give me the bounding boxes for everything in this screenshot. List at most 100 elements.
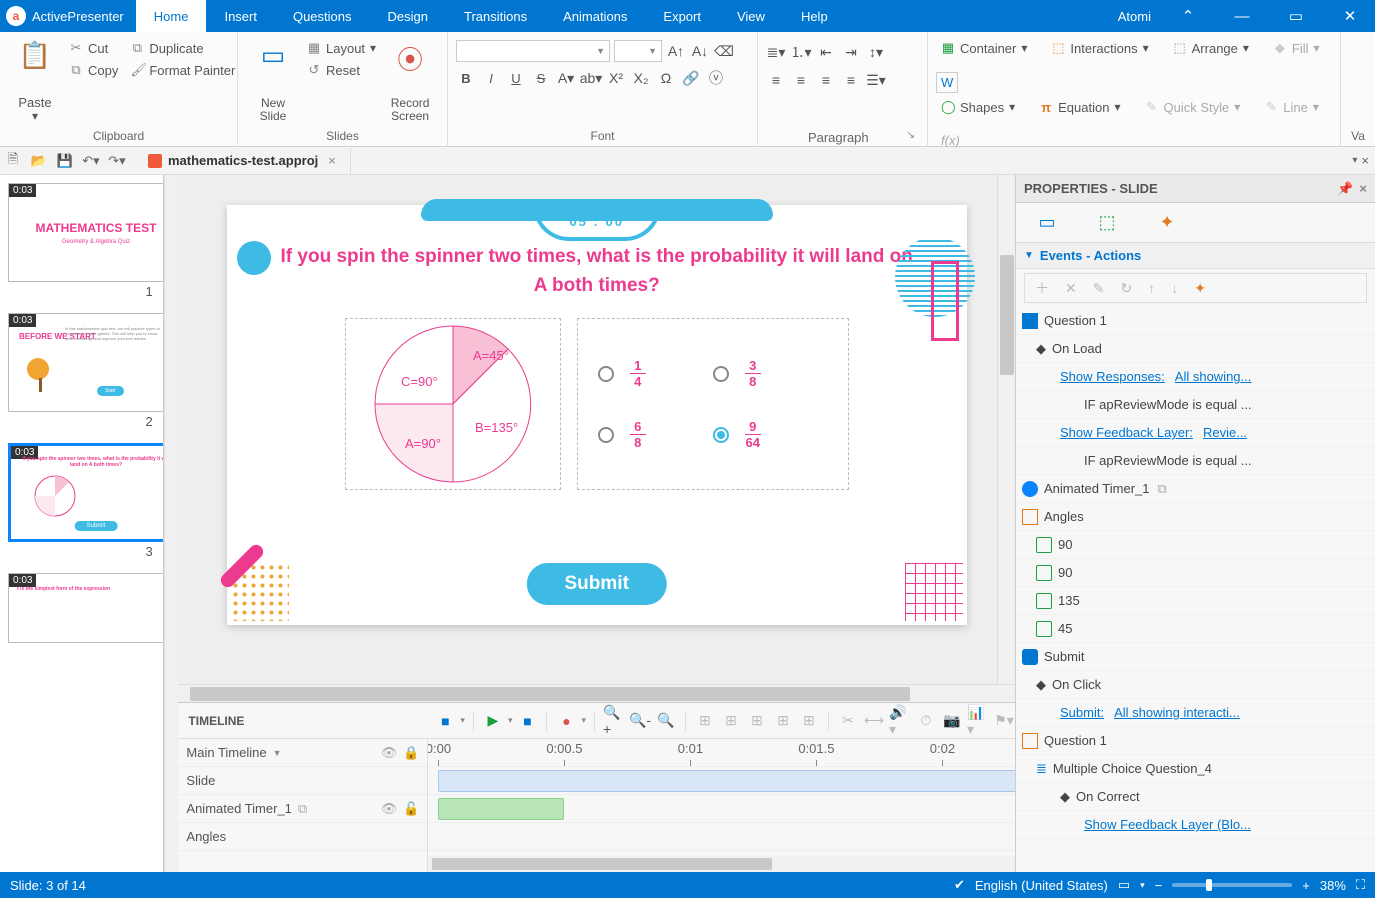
ea-down-icon[interactable]: ↓ (1171, 280, 1178, 296)
tl-bar-timer[interactable] (438, 798, 564, 820)
tl-play-icon[interactable]: ▶ (482, 710, 504, 732)
redo-icon[interactable]: ↷▾ (104, 149, 130, 173)
numbering-icon[interactable]: ⒈▾ (791, 42, 811, 62)
ea-up-icon[interactable]: ↑ (1148, 280, 1155, 296)
maximize-icon[interactable]: ▭ (1279, 1, 1313, 31)
radio-icon[interactable] (598, 366, 614, 382)
tree-timer[interactable]: Animated Timer_1⧉ (1016, 475, 1375, 503)
close-icon[interactable]: ✕ (1333, 1, 1367, 31)
tree-q1b[interactable]: Question 1 (1016, 727, 1375, 755)
format-painter-button[interactable]: 🖌Format Painter (125, 60, 240, 80)
record-screen-button[interactable]: ⦿ Record Screen (383, 36, 437, 127)
reset-button[interactable]: ↺Reset (302, 60, 381, 80)
variable-icon[interactable]: ⓥ (706, 68, 726, 88)
font-family-combo[interactable]: ▼ (456, 40, 610, 62)
zoom-value[interactable]: 38% (1320, 878, 1346, 893)
tab-help[interactable]: Help (783, 0, 846, 32)
tl-track-timer[interactable]: Animated Timer_1⧉👁🔓 (178, 795, 427, 823)
new-doc-icon[interactable]: 🗎 (0, 149, 26, 173)
tl-record-icon[interactable]: ● (555, 710, 577, 732)
italic-icon[interactable]: I (481, 68, 501, 88)
tree-show-feedback[interactable]: Show Feedback Layer:Revie... (1016, 419, 1375, 447)
justify-icon[interactable]: ≡ (841, 70, 861, 90)
canvas-area[interactable]: 05 : 00 If you spin the spinner two time… (178, 175, 1015, 684)
interactions-button[interactable]: ⬚Interactions ▾ (1046, 38, 1153, 58)
ea-star-icon[interactable]: ✦ (1194, 280, 1206, 297)
tl-cut-icon[interactable]: ✂ (837, 710, 859, 732)
panel-menu-icon[interactable]: ▾ (1352, 155, 1357, 166)
layout-button[interactable]: ▦Layout ▾ (302, 38, 381, 58)
quick-style-button[interactable]: ✎Quick Style ▾ (1139, 97, 1245, 117)
tree-q1[interactable]: Question 1 (1016, 307, 1375, 335)
eye-icon[interactable]: 👁 (381, 801, 398, 817)
tl-track-slide[interactable]: Slide (178, 767, 427, 795)
font-size-combo[interactable]: ▼ (614, 40, 662, 62)
animated-timer[interactable]: 05 : 00 (537, 205, 657, 237)
grow-font-icon[interactable]: A↑ (666, 41, 686, 61)
tree-onclick[interactable]: ◆On Click (1016, 671, 1375, 699)
tl-bar-slide[interactable] (438, 770, 1015, 792)
thumb-2[interactable]: 0:03 BEFORE WE START In this mathematics… (8, 313, 155, 429)
collapse-ribbon-icon[interactable]: ⌃ (1171, 1, 1205, 31)
tree-angle-90a[interactable]: 90 (1016, 531, 1375, 559)
align-right-icon[interactable]: ≡ (816, 70, 836, 90)
tree-cond2[interactable]: IF apReviewMode is equal ... (1016, 447, 1375, 475)
tree-oncorrect[interactable]: ◆On Correct (1016, 783, 1375, 811)
option-3[interactable]: 68 (598, 420, 713, 449)
tab-animations[interactable]: Animations (545, 0, 645, 32)
pin-icon[interactable]: 📌 (1337, 181, 1353, 197)
line-button[interactable]: ✎Line ▾ (1259, 97, 1324, 117)
tree-angle-135[interactable]: 135 (1016, 587, 1375, 615)
underline-icon[interactable]: U (506, 68, 526, 88)
option-4[interactable]: 964 (713, 420, 828, 449)
angles-chart[interactable]: A=45° B=135° A=90° C=90° (345, 318, 561, 490)
slide-props-tab[interactable]: ▭ (1034, 210, 1060, 236)
tree-angle-45[interactable]: 45 (1016, 615, 1375, 643)
vert-align-icon[interactable]: ☰▾ (866, 70, 886, 90)
panel-close-icon[interactable]: × (1359, 181, 1367, 197)
tab-questions[interactable]: Questions (275, 0, 370, 32)
duplicate-button[interactable]: ⧉Duplicate (125, 38, 240, 58)
line-spacing-icon[interactable]: ↕▾ (866, 42, 886, 62)
eye-icon[interactable]: 👁 (381, 745, 398, 761)
submit-button[interactable]: Submit (527, 563, 667, 605)
bold-icon[interactable]: B (456, 68, 476, 88)
lock-icon[interactable]: 🔓 (403, 801, 419, 817)
radio-icon[interactable] (598, 427, 614, 443)
thumb-4[interactable]: 0:03 t is the simplest form of the expre… (8, 573, 155, 643)
tl-snap3-icon[interactable]: ⊞ (746, 710, 768, 732)
align-left-icon[interactable]: ≡ (766, 70, 786, 90)
outdent-icon[interactable]: ⇤ (816, 42, 836, 62)
ea-delete-icon[interactable]: ✕ (1065, 280, 1077, 297)
equation-button[interactable]: πEquation ▾ (1034, 98, 1125, 117)
undo-icon[interactable]: ↶▾ (78, 149, 104, 173)
tree-mcq[interactable]: ≣Multiple Choice Question_4 (1016, 755, 1375, 783)
tl-track-angles[interactable]: Angles (178, 823, 427, 851)
highlight-icon[interactable]: ab▾ (581, 68, 601, 88)
thumb-scrollbar[interactable] (164, 175, 179, 872)
minimize-icon[interactable]: — (1225, 1, 1259, 31)
tab-transitions[interactable]: Transitions (446, 0, 545, 32)
radio-icon[interactable] (713, 427, 729, 443)
status-lang[interactable]: English (United States) (975, 878, 1108, 893)
ea-edit-icon[interactable]: ✎ (1093, 280, 1105, 297)
link-icon[interactable]: 🔗 (681, 68, 701, 88)
tree-onload[interactable]: ◆On Load (1016, 335, 1375, 363)
document-tab[interactable]: mathematics-test.approj × (138, 148, 351, 174)
save-icon[interactable]: 💾 (52, 149, 78, 173)
tl-zoomin-icon[interactable]: 🔍+ (603, 710, 625, 732)
interactivity-tab[interactable]: ✦ (1154, 210, 1180, 236)
bullets-icon[interactable]: ≣▾ (766, 42, 786, 62)
tree-submit[interactable]: Submit (1016, 643, 1375, 671)
tl-split-icon[interactable]: ⟷ (863, 710, 885, 732)
thumb-3[interactable]: 0:03 If you spin the spinner two times, … (8, 443, 155, 559)
align-center-icon[interactable]: ≡ (791, 70, 811, 90)
tab-close-icon[interactable]: × (324, 153, 340, 168)
lock-icon[interactable]: 🔒 (403, 745, 419, 761)
tab-export[interactable]: Export (645, 0, 719, 32)
tl-flag-icon[interactable]: ⚑▾ (993, 710, 1015, 732)
tl-snap4-icon[interactable]: ⊞ (772, 710, 794, 732)
canvas-hscroll[interactable] (178, 684, 1015, 702)
events-tree[interactable]: Question 1 ◆On Load Show Responses:All s… (1016, 307, 1375, 872)
zoom-in-icon[interactable]: + (1302, 878, 1310, 893)
